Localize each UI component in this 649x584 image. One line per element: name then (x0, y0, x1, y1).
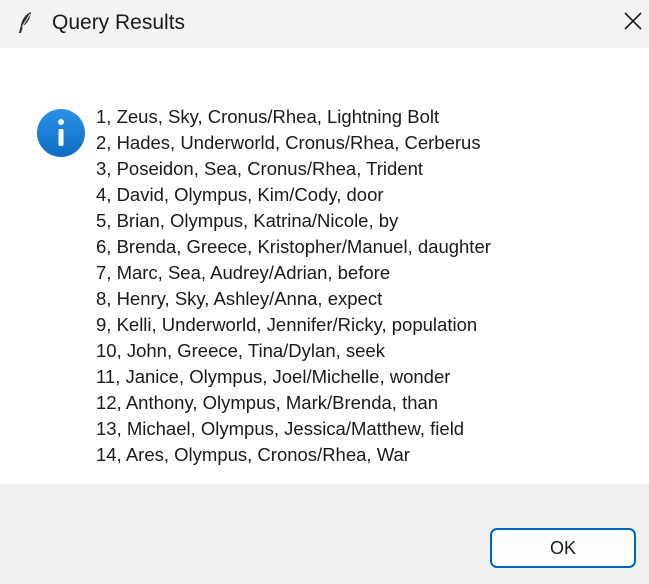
feather-icon (16, 11, 34, 35)
message-line: 1, Zeus, Sky, Cronus/Rhea, Lightning Bol… (96, 106, 440, 127)
dialog-content: 1, Zeus, Sky, Cronus/Rhea, Lightning Bol… (0, 48, 649, 484)
message-line: 9, Kelli, Underworld, Jennifer/Ricky, po… (96, 314, 478, 335)
message-line: 2, Hades, Underworld, Cronus/Rhea, Cerbe… (96, 132, 481, 153)
message-line: 6, Brenda, Greece, Kristopher/Manuel, da… (96, 236, 491, 257)
ok-button[interactable]: OK (490, 528, 636, 568)
message-line: 12, Anthony, Olympus, Mark/Brenda, than (96, 392, 439, 413)
message-line: 3, Poseidon, Sea, Cronus/Rhea, Trident (96, 158, 424, 179)
message-line: 14, Ares, Olympus, Cronos/Rhea, War (96, 444, 410, 465)
close-button[interactable] (617, 6, 649, 40)
message-dialog: Query Results 1, Zeus, Sky, Cronus/Rhea,… (0, 0, 649, 584)
message-line: 10, John, Greece, Tina/Dylan, seek (96, 340, 385, 361)
info-icon (36, 108, 86, 158)
message-line: 13, Michael, Olympus, Jessica/Matthew, f… (96, 418, 465, 439)
message-line: 7, Marc, Sea, Audrey/Adrian, before (96, 262, 391, 283)
message-line: 4, David, Olympus, Kim/Cody, door (96, 184, 384, 205)
close-icon (623, 11, 643, 36)
button-bar: OK (0, 484, 649, 584)
message-line: 11, Janice, Olympus, Joel/Michelle, wond… (96, 366, 451, 387)
message-text: 1, Zeus, Sky, Cronus/Rhea, Lightning Bol… (96, 104, 491, 468)
message-line: 8, Henry, Sky, Ashley/Anna, expect (96, 288, 383, 309)
message-line: 5, Brian, Olympus, Katrina/Nicole, by (96, 210, 399, 231)
title-bar: Query Results (0, 0, 649, 48)
window-title: Query Results (52, 11, 186, 34)
